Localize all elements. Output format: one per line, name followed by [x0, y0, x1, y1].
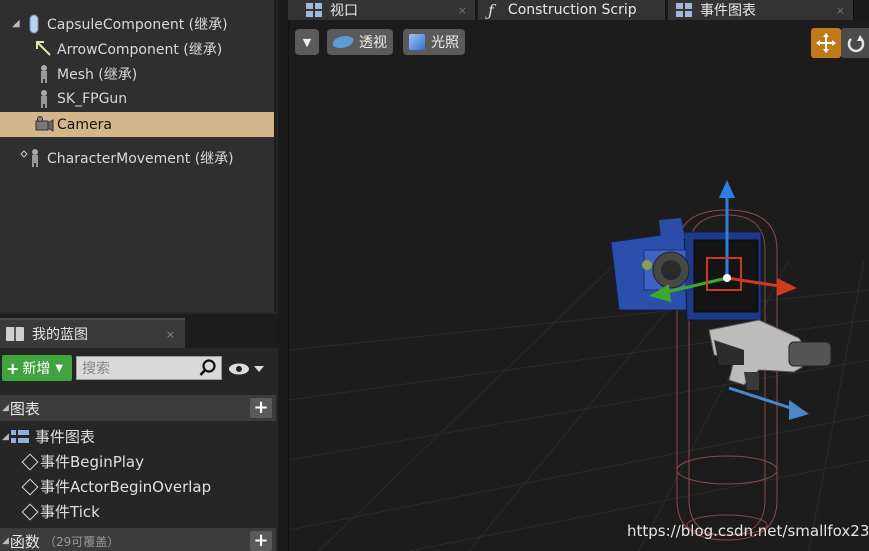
- tree-item-label: SK_FPGun: [57, 90, 128, 107]
- section-label: 图表: [9, 399, 40, 418]
- section-functions[interactable]: ◢ 函数 （29可覆盖） +: [0, 528, 276, 551]
- view-options-button[interactable]: [228, 361, 266, 377]
- tree-item-camera[interactable]: Camera: [0, 112, 274, 137]
- viewport-grid-icon: [306, 3, 322, 17]
- perspective-button[interactable]: 透视: [327, 29, 393, 55]
- search-icon[interactable]: [199, 359, 217, 377]
- event-graph-icon: [10, 429, 29, 444]
- tree-item-label: ArrowComponent (继承): [57, 41, 223, 58]
- chevron-down-icon: ▼: [55, 362, 64, 374]
- add-new-label: 新增: [22, 361, 51, 377]
- event-diamond-icon: [21, 453, 39, 470]
- tab-label: 视口: [330, 3, 358, 19]
- close-icon[interactable]: ×: [166, 328, 175, 341]
- collapse-arrow-icon: ◢: [2, 536, 9, 546]
- rotate-icon: [847, 35, 865, 53]
- viewport[interactable]: ▼ 透视 光照: [288, 20, 869, 551]
- close-icon[interactable]: ×: [458, 4, 467, 17]
- tree-item-mesh[interactable]: Mesh (继承): [0, 61, 274, 86]
- viewport-options-button[interactable]: ▼: [295, 29, 319, 55]
- add-function-button[interactable]: +: [250, 531, 272, 551]
- tree-item-sk-fpgun[interactable]: SK_FPGun: [0, 86, 274, 111]
- tree-item-label: Mesh (继承): [57, 66, 138, 83]
- tab-my-blueprint[interactable]: 我的蓝图 ×: [0, 318, 185, 348]
- list-item-event-graph[interactable]: ◢ 事件图表: [0, 424, 276, 449]
- list-item-label: 事件Tick: [40, 503, 100, 521]
- components-tree: ◢ CapsuleComponent (继承) ArrowComponent (…: [0, 0, 276, 312]
- tree-item-arrow-component[interactable]: ArrowComponent (继承): [0, 36, 274, 61]
- search-placeholder: 搜索: [82, 361, 110, 377]
- section-sublabel: （29可覆盖）: [43, 534, 120, 549]
- translate-tool-button[interactable]: [811, 28, 841, 58]
- section-graphs[interactable]: ◢ 图表 +: [0, 395, 276, 421]
- list-item-label: 事件BeginPlay: [40, 453, 144, 471]
- tab-construction-script[interactable]: ƒ Construction Scrip: [478, 0, 666, 20]
- tab-event-graph[interactable]: 事件图表 ×: [668, 0, 854, 20]
- search-input[interactable]: 搜索: [76, 356, 222, 380]
- tree-item-label: CharacterMovement (继承): [47, 150, 234, 167]
- lit-mode-button[interactable]: 光照: [403, 29, 465, 55]
- collapse-arrow-icon: ◢: [2, 403, 9, 413]
- list-item-label: 事件图表: [34, 428, 95, 446]
- event-graph-icon: [676, 3, 692, 17]
- mesh-icon: [34, 89, 54, 109]
- watermark: https://blog.csdn.net/smallfox233: [627, 522, 869, 540]
- list-item-event[interactable]: 事件BeginPlay: [0, 449, 276, 474]
- left-panel: ◢ CapsuleComponent (继承) ArrowComponent (…: [0, 0, 278, 551]
- tab-label: 我的蓝图: [32, 327, 88, 343]
- perspective-label: 透视: [359, 35, 387, 51]
- move-icon: [816, 33, 836, 53]
- lit-label: 光照: [431, 35, 459, 51]
- event-diamond-icon: [21, 503, 39, 520]
- tab-label: 事件图表: [700, 3, 756, 19]
- arrow-component-icon: [34, 39, 54, 59]
- capsule-icon: [24, 14, 44, 34]
- list-item-event[interactable]: 事件ActorBeginOverlap: [0, 474, 276, 499]
- tree-item-label: Camera: [57, 116, 112, 133]
- tree-item-label: CapsuleComponent (继承): [47, 16, 228, 33]
- my-blueprint-toolbar: + 新增 ▼ 搜索: [0, 353, 278, 383]
- character-movement-icon: [20, 148, 44, 168]
- collapse-arrow-icon[interactable]: ◢: [12, 18, 22, 29]
- rotate-tool-button[interactable]: [841, 28, 869, 58]
- collapse-arrow-icon: ◢: [2, 431, 9, 442]
- chevron-down-icon: ▼: [302, 35, 312, 49]
- tab-label: Construction Scrip: [507, 2, 637, 18]
- close-icon[interactable]: ×: [836, 4, 845, 17]
- viewport-scene: [289, 180, 869, 551]
- event-diamond-icon: [21, 478, 39, 495]
- book-icon: [6, 327, 24, 341]
- add-new-button[interactable]: + 新增 ▼: [2, 355, 72, 381]
- camera-mesh: [610, 218, 762, 321]
- tree-item-capsule[interactable]: ◢ CapsuleComponent (继承): [0, 11, 274, 36]
- list-item-event[interactable]: 事件Tick: [0, 499, 276, 524]
- lit-cube-icon: [409, 34, 425, 50]
- tab-viewport[interactable]: 视口 ×: [288, 0, 476, 20]
- editor-tabbar: 视口 × ƒ Construction Scrip 事件图表 ×: [278, 0, 869, 20]
- perspective-icon: [330, 36, 356, 48]
- tree-item-character-movement[interactable]: CharacterMovement (继承): [0, 145, 274, 170]
- list-item-label: 事件ActorBeginOverlap: [40, 478, 212, 496]
- section-label: 函数: [9, 532, 40, 551]
- camera-icon: [34, 115, 54, 135]
- mesh-icon: [34, 64, 54, 84]
- function-icon: ƒ: [488, 0, 494, 20]
- add-graph-button[interactable]: +: [250, 398, 272, 418]
- plus-icon: +: [6, 358, 20, 378]
